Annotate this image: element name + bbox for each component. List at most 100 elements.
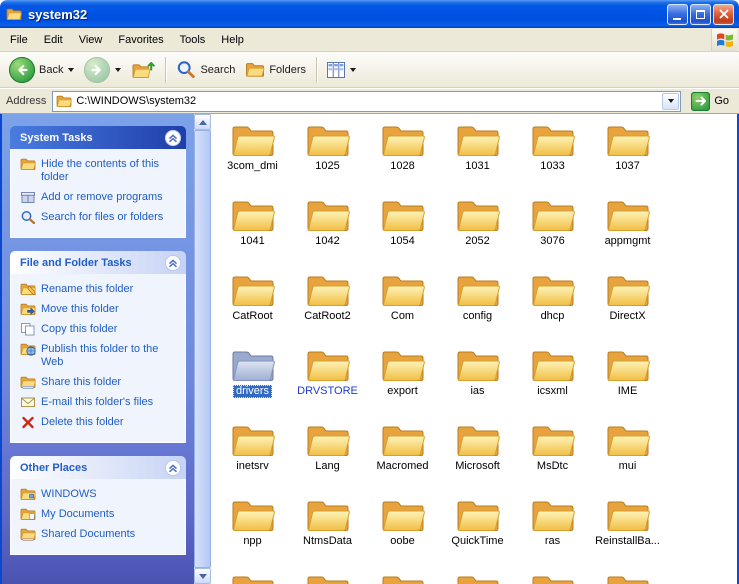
search-button[interactable]: Search — [171, 55, 240, 85]
folder-item[interactable]: 1054 — [365, 194, 440, 269]
folder-item[interactable]: 3076 — [515, 194, 590, 269]
close-button[interactable] — [713, 3, 734, 25]
folder-icon — [455, 271, 501, 309]
menu-item-tools[interactable]: Tools — [172, 30, 214, 50]
maximize-button[interactable] — [690, 3, 711, 25]
folder-item[interactable]: ras — [515, 494, 590, 569]
folder-item-partial[interactable] — [590, 569, 665, 584]
panel-header[interactable]: System Tasks — [10, 126, 186, 149]
folder-icon — [605, 196, 651, 234]
task-item[interactable]: Share this folder — [20, 376, 180, 389]
go-button[interactable]: Go — [687, 91, 737, 111]
folder-item[interactable]: 1037 — [590, 119, 665, 194]
folder-item[interactable]: IME — [590, 344, 665, 419]
folder-item[interactable]: CatRoot — [215, 269, 290, 344]
task-label: Delete this folder — [41, 416, 124, 428]
folder-item[interactable]: appmgmt — [590, 194, 665, 269]
folder-item[interactable]: DirectX — [590, 269, 665, 344]
menu-item-view[interactable]: View — [71, 30, 111, 50]
folder-item[interactable]: npp — [215, 494, 290, 569]
folder-item[interactable]: config — [440, 269, 515, 344]
task-item[interactable]: Move this folder — [20, 303, 180, 316]
forward-dropdown-icon[interactable] — [115, 67, 122, 72]
file-list[interactable]: 3com_dmi 1025 1028 1031 1033 1037 1041 1042 1054… — [211, 114, 737, 584]
folder-icon — [305, 421, 351, 459]
task-label: Shared Documents — [41, 528, 136, 540]
views-icon — [327, 61, 346, 78]
task-item[interactable]: My Documents — [20, 508, 180, 521]
panel-header[interactable]: File and Folder Tasks — [10, 251, 186, 274]
scroll-thumb[interactable] — [194, 130, 211, 568]
folder-item-partial[interactable] — [515, 569, 590, 584]
task-pane-scrollbar[interactable] — [194, 114, 211, 584]
menu-item-file[interactable]: File — [2, 30, 36, 50]
folder-item[interactable]: drivers — [215, 344, 290, 419]
scroll-up-button[interactable] — [194, 114, 211, 130]
back-button[interactable]: Back — [4, 55, 79, 85]
folder-item[interactable]: 1025 — [290, 119, 365, 194]
chevron-up-icon[interactable] — [164, 129, 182, 147]
folder-item[interactable]: MsDtc — [515, 419, 590, 494]
folder-item[interactable]: CatRoot2 — [290, 269, 365, 344]
address-dropdown-button[interactable] — [662, 92, 680, 110]
folder-item[interactable]: 1028 — [365, 119, 440, 194]
folder-item[interactable]: NtmsData — [290, 494, 365, 569]
task-item[interactable]: Add or remove programs — [20, 191, 180, 204]
folder-item[interactable]: DRVSTORE — [290, 344, 365, 419]
folder-item[interactable]: dhcp — [515, 269, 590, 344]
folder-icon — [530, 421, 576, 459]
file-grid: 3com_dmi 1025 1028 1031 1033 1037 1041 1042 1054… — [215, 119, 737, 584]
folder-item[interactable]: ias — [440, 344, 515, 419]
task-item[interactable]: E-mail this folder's files — [20, 396, 180, 409]
minimize-button[interactable] — [667, 3, 688, 25]
task-item[interactable]: Delete this folder — [20, 416, 180, 429]
folder-item[interactable]: Lang — [290, 419, 365, 494]
folder-icon — [305, 271, 351, 309]
chevron-up-icon[interactable] — [164, 254, 182, 272]
folder-item-partial[interactable] — [290, 569, 365, 584]
folder-item[interactable]: 1042 — [290, 194, 365, 269]
address-input[interactable]: C:\WINDOWS\system32 — [52, 90, 682, 112]
menu-item-favorites[interactable]: Favorites — [110, 30, 171, 50]
forward-button[interactable] — [79, 55, 126, 85]
up-button[interactable] — [126, 55, 160, 85]
folder-item[interactable]: QuickTime — [440, 494, 515, 569]
task-item[interactable]: WINDOWS — [20, 488, 180, 501]
folder-item[interactable]: Macromed — [365, 419, 440, 494]
folder-item[interactable]: 1031 — [440, 119, 515, 194]
folder-item-partial[interactable] — [365, 569, 440, 584]
folders-button[interactable]: Folders — [240, 55, 311, 85]
chevron-down-icon — [668, 99, 675, 103]
panel-header[interactable]: Other Places — [10, 456, 186, 479]
folder-item[interactable]: 2052 — [440, 194, 515, 269]
views-button[interactable] — [322, 55, 361, 85]
title-bar[interactable]: system32 — [0, 0, 739, 28]
task-item[interactable]: Rename this folder — [20, 283, 180, 296]
folder-item[interactable]: inetsrv — [215, 419, 290, 494]
task-item[interactable]: Publish this folder to the Web — [20, 343, 180, 369]
chevron-up-icon[interactable] — [164, 459, 182, 477]
task-item[interactable]: Shared Documents — [20, 528, 180, 541]
folder-item[interactable]: mui — [590, 419, 665, 494]
folder-icon — [455, 346, 501, 384]
menu-item-help[interactable]: Help — [213, 30, 252, 50]
back-dropdown-icon[interactable] — [68, 67, 75, 72]
folder-item[interactable]: oobe — [365, 494, 440, 569]
menu-item-edit[interactable]: Edit — [36, 30, 71, 50]
task-item[interactable]: Hide the contents of this folder — [20, 158, 180, 184]
task-item[interactable]: Copy this folder — [20, 323, 180, 336]
folder-item[interactable]: Com — [365, 269, 440, 344]
address-value[interactable]: C:\WINDOWS\system32 — [76, 95, 658, 107]
folder-icon — [380, 496, 426, 534]
scroll-down-button[interactable] — [194, 568, 211, 584]
folder-item[interactable]: 1041 — [215, 194, 290, 269]
folder-item[interactable]: export — [365, 344, 440, 419]
folder-item[interactable]: Microsoft — [440, 419, 515, 494]
folder-item[interactable]: ReinstallBa... — [590, 494, 665, 569]
task-item[interactable]: Search for files or folders — [20, 211, 180, 224]
folder-item-partial[interactable] — [215, 569, 290, 584]
folder-item[interactable]: icsxml — [515, 344, 590, 419]
folder-item[interactable]: 3com_dmi — [215, 119, 290, 194]
folder-item[interactable]: 1033 — [515, 119, 590, 194]
folder-item-partial[interactable] — [440, 569, 515, 584]
